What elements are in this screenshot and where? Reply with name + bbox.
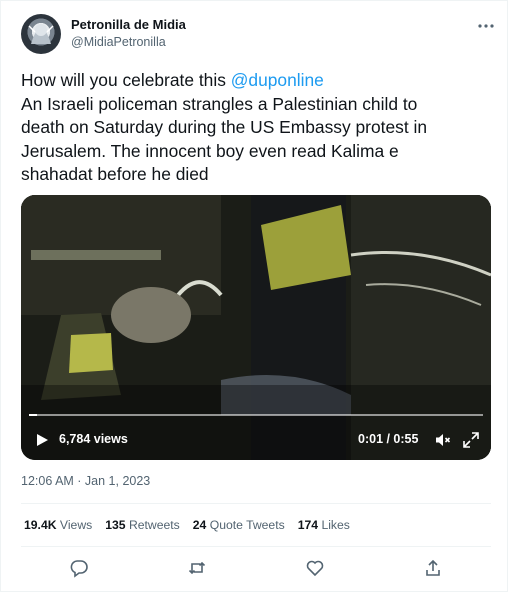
profile-avatar-image (28, 24, 54, 44)
stat-views-label: Views (59, 518, 93, 532)
tweet-line-1-text: How will you celebrate this (21, 70, 231, 90)
retweet-icon[interactable] (187, 558, 207, 578)
stat-quote-tweets[interactable]: 24 Quote Tweets (193, 518, 285, 532)
author-handle[interactable]: @MidiaPetronilla (71, 35, 166, 49)
tweet-line-1: How will you celebrate this @duponline (21, 69, 497, 93)
video-player[interactable]: 6,784 views 0:01 / 0:55 (21, 195, 491, 460)
mute-icon[interactable] (434, 431, 452, 449)
mention-link[interactable]: @duponline (231, 70, 324, 90)
divider (21, 546, 491, 547)
fullscreen-icon[interactable] (462, 431, 480, 449)
tweet-line-5: shahadat before he died (21, 164, 209, 184)
stat-retweets[interactable]: 135 Retweets (105, 518, 180, 532)
stat-quote-tweets-label: Quote Tweets (209, 518, 285, 532)
video-progress-fill (29, 414, 38, 416)
stat-likes-label: Likes (321, 518, 350, 532)
author-display-name[interactable]: Petronilla de Midia (71, 17, 186, 32)
stat-views[interactable]: 19.4K Views (24, 518, 92, 532)
stat-views-count: 19.4K (24, 518, 57, 532)
stat-retweets-label: Retweets (128, 518, 180, 532)
reply-icon[interactable] (69, 558, 89, 578)
tweet-line-3: death on Saturday during the US Embassy … (21, 117, 428, 137)
tweet-card: Petronilla de Midia @MidiaPetronilla How… (0, 0, 508, 592)
ellipsis-icon[interactable] (475, 15, 497, 37)
author-avatar[interactable] (21, 14, 61, 54)
tweet-stats: 19.4K Views 135 Retweets 24 Quote Tweets 17… (24, 518, 363, 532)
stat-likes-count: 174 (297, 518, 319, 532)
video-time: 0:01 / 0:55 (358, 432, 419, 446)
tweet-text: How will you celebrate this @duponline A… (21, 69, 497, 187)
tweet-line-4: Jerusalem. The innocent boy even read Ka… (21, 140, 399, 161)
video-view-count: 6,784 views (59, 432, 128, 446)
play-icon[interactable] (35, 433, 49, 447)
share-icon[interactable] (423, 558, 443, 578)
like-icon[interactable] (305, 558, 325, 578)
stat-quote-tweets-count: 24 (192, 518, 207, 532)
tweet-line-2: An Israeli policeman strangles a Palesti… (21, 93, 418, 114)
tweet-timestamp[interactable]: 12:06 AM · Jan 1, 2023 (21, 474, 150, 488)
stat-retweets-count: 135 (105, 518, 126, 532)
video-progress-bar[interactable] (29, 414, 483, 416)
divider (21, 503, 491, 504)
stat-likes[interactable]: 174 Likes (298, 518, 350, 532)
video-frame (21, 195, 491, 460)
